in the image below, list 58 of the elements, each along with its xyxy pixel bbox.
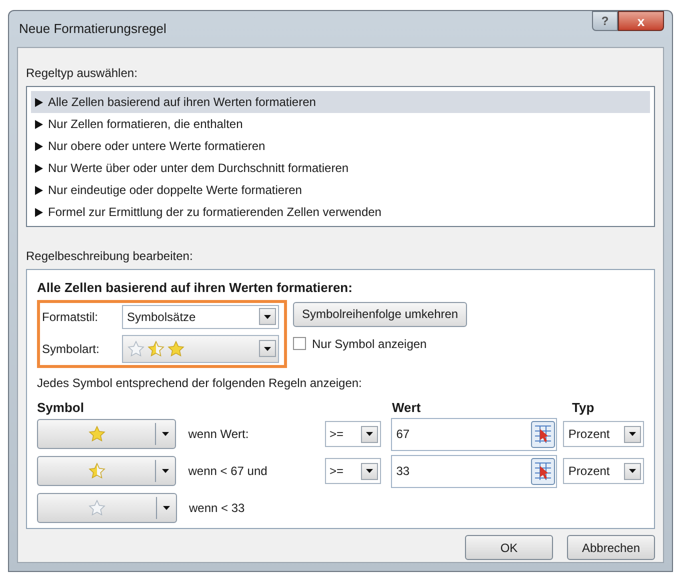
section-label: Regeltyp auswählen: (26, 65, 138, 82)
column-header: Typ (572, 398, 594, 417)
cancel-button[interactable]: Abbrechen (567, 535, 655, 560)
dropdown[interactable]: Symbolsätze (122, 304, 279, 328)
star-icon (127, 340, 145, 358)
list-item-text: Nur Werte über oder unter dem Durchschnitt formatieren (48, 160, 349, 177)
column-header: Symbol (37, 398, 85, 417)
field-label: Symbolart: (42, 340, 100, 358)
star-icon (147, 340, 165, 358)
range-picker-icon[interactable] (531, 420, 556, 448)
caret-icon (162, 432, 170, 436)
help-button[interactable]: ? (592, 11, 618, 31)
condition-text: wenn < 33 (189, 500, 246, 517)
value-field[interactable]: 33 (391, 454, 558, 488)
range-picker-icon[interactable] (531, 458, 556, 484)
list-item[interactable]: Alle Zellen basierend auf ihren Werten formatieren (31, 91, 650, 113)
checkbox-label: Nur Symbol anzeigen (312, 336, 427, 352)
list-item[interactable]: Formel zur Ermittlung der zu formatierenden Zellen verwenden (31, 201, 650, 223)
list-item-text: Alle Zellen basierend auf ihren Werten formatieren (48, 94, 316, 111)
reverse-order-button[interactable]: Symbolreihenfolge umkehren (293, 302, 468, 326)
star-icon (167, 340, 185, 358)
checkbox[interactable] (293, 337, 306, 350)
section-label: Regelbeschreibung bearbeiten: (26, 248, 194, 265)
caret-icon (162, 469, 170, 473)
star-icon (88, 462, 106, 480)
dropdown[interactable]: Prozent (563, 458, 644, 484)
symbol-dropdown[interactable] (37, 419, 176, 449)
list-item[interactable]: Nur eindeutige oder doppelte Werte formatieren (31, 179, 650, 201)
instruction-text: Jedes Symbol entsprechend der folgenden Regeln anzeigen: (37, 374, 363, 392)
list-item-text: Formel zur Ermittlung der zu formatierenden Zellen verwenden (48, 204, 382, 221)
rule-heading: Alle Zellen basierend auf ihren Werten formatieren: (37, 279, 354, 297)
condition-text: wenn < 67 und (188, 463, 268, 480)
caret-icon (163, 506, 170, 510)
list-item-text: Nur obere oder untere Werte formatieren (48, 138, 266, 155)
list-item[interactable]: Nur obere oder untere Werte formatieren (31, 135, 650, 157)
triangle-icon (35, 142, 43, 150)
value-field[interactable]: 67 (391, 418, 558, 450)
list-item-text: Nur Zellen formatieren, die enthalten (48, 116, 243, 133)
list-item[interactable]: Nur Zellen formatieren, die enthalten (31, 113, 650, 135)
symbol-dropdown[interactable] (37, 456, 176, 486)
field-label: Formatstil: (42, 308, 100, 326)
window-title: Neue Formatierungsregel (19, 20, 166, 38)
list-item[interactable]: Nur Werte über oder unter dem Durchschnitt formatieren (31, 157, 650, 179)
condition-text: wenn Wert: (188, 426, 250, 443)
dropdown[interactable]: >= (324, 421, 382, 447)
triangle-icon (35, 186, 43, 194)
triangle-icon (35, 164, 43, 172)
triangle-icon (35, 208, 43, 216)
symbol-dropdown[interactable] (37, 493, 177, 523)
list-item-text: Nur eindeutige oder doppelte Werte formatieren (48, 182, 302, 199)
dropdown[interactable]: >= (324, 458, 382, 484)
star-icon (88, 499, 106, 517)
dropdown[interactable]: Prozent (563, 421, 644, 447)
star-icon (88, 425, 106, 443)
triangle-icon (35, 120, 43, 128)
ok-button[interactable]: OK (465, 535, 553, 560)
column-header: Wert (392, 398, 422, 416)
triangle-icon (35, 98, 43, 106)
